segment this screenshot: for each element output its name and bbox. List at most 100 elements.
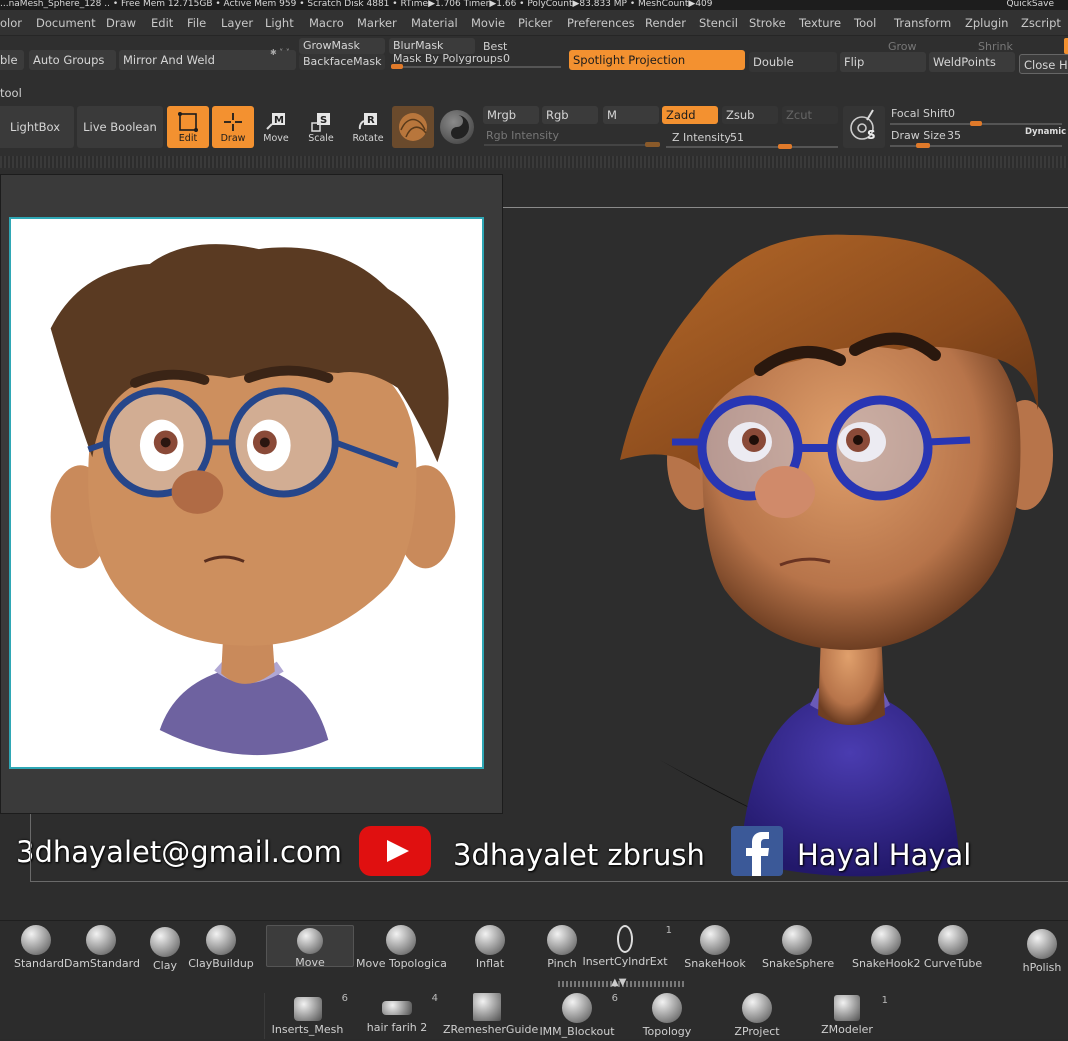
menu-texture[interactable]: Texture (793, 14, 847, 32)
rotate-mode-button[interactable]: R Rotate (347, 106, 389, 148)
brush-zproject[interactable]: ZProject (714, 993, 800, 1039)
brush-label: Move Topologica (356, 957, 446, 970)
brush-zremesherguide[interactable]: ZRemesherGuide (443, 993, 538, 1039)
shrink-button[interactable]: Shrink (978, 40, 1013, 53)
zsub-button[interactable]: Zsub (722, 106, 778, 124)
close-holes-button[interactable]: Close Ho (1019, 54, 1068, 74)
rgb-intensity-slider-fill[interactable] (645, 142, 660, 147)
brush-hair-farih-2[interactable]: hair farih 2 4 (354, 993, 440, 1039)
draw-mode-button[interactable]: Draw (212, 106, 254, 148)
dynamic-toggle[interactable]: Dynamic (1025, 127, 1066, 137)
material-swatch[interactable] (392, 106, 434, 148)
menu-zplugin[interactable]: Zplugin (959, 14, 1014, 32)
lazy-mouse-button[interactable]: S (843, 106, 885, 148)
menu-stencil[interactable]: Stencil (693, 14, 744, 32)
move-mode-button[interactable]: M Move (255, 106, 297, 148)
flip-button[interactable]: Flip (840, 52, 926, 72)
weld-points-button[interactable]: WeldPoints (929, 52, 1015, 72)
brush-zmodeler[interactable]: ZModeler 1 (804, 995, 890, 1041)
scale-label: Scale (308, 133, 334, 144)
rgb-intensity-slider[interactable] (484, 144, 660, 146)
z-intensity-slider-fill[interactable] (778, 144, 792, 149)
brush-topology[interactable]: Topology (624, 993, 710, 1039)
zadd-button[interactable]: Zadd (662, 106, 718, 124)
quicksave-button[interactable]: QuickSave (1006, 0, 1054, 9)
sculpt-viewport[interactable] (600, 210, 1068, 890)
menu-material[interactable]: Material (405, 14, 464, 32)
menu-document[interactable]: Document (30, 14, 102, 32)
shelf-expand-icon[interactable]: ▲▼ (611, 977, 626, 988)
backface-mask-button[interactable]: BackfaceMask (299, 54, 385, 70)
brush-inserts-mesh[interactable]: Inserts_Mesh 6 (264, 993, 350, 1039)
snakesphere-brush-icon (782, 925, 812, 955)
email-watermark: 3dhayalet@gmail.com (16, 835, 342, 869)
brush-move-topological[interactable]: Move Topologica (356, 925, 446, 970)
move-topological-brush-icon (386, 925, 416, 955)
brush-claybuildup[interactable]: ClayBuildup (188, 925, 254, 970)
menu-macro[interactable]: Macro (303, 14, 350, 32)
youtube-watermark: 3dhayalet zbrush (453, 838, 705, 872)
menu-preferences[interactable]: Preferences (561, 14, 641, 32)
menu-edit[interactable]: Edit (145, 14, 179, 32)
brush-snakehook2[interactable]: SnakeHook2 (852, 925, 921, 970)
menu-color[interactable]: olor (0, 14, 28, 32)
edit-mode-button[interactable]: Edit (167, 106, 209, 148)
menu-tool[interactable]: Tool (848, 14, 882, 32)
menu-render[interactable]: Render (639, 14, 692, 32)
brush-label: IMM_Blockout (539, 1025, 615, 1038)
focal-shift-slider-fill[interactable] (970, 121, 982, 126)
edit-label: Edit (178, 133, 198, 144)
brush-hpolish[interactable]: hPolish (1018, 929, 1066, 974)
viewport-frame-left (30, 814, 31, 882)
rgb-button[interactable]: Rgb (542, 106, 598, 124)
menu-transform[interactable]: Transform (888, 14, 957, 32)
zcut-button[interactable]: Zcut (782, 106, 838, 124)
brush-damstandard[interactable]: DamStandard (64, 925, 140, 970)
mask-by-polygroups-slider[interactable] (391, 66, 561, 68)
rgb-intensity-label: Rgb Intensity (486, 129, 559, 142)
brush-snakehook[interactable]: SnakeHook (684, 925, 746, 970)
lightbox-button[interactable]: LightBox (0, 106, 74, 148)
menu-file[interactable]: File (181, 14, 212, 32)
menu-picker[interactable]: Picker (512, 14, 558, 32)
menu-marker[interactable]: Marker (351, 14, 403, 32)
brush-inflat[interactable]: Inflat (470, 925, 510, 970)
snakehook-brush-icon (700, 925, 730, 955)
double-button[interactable]: Double (749, 52, 837, 72)
brush-standard[interactable]: Standard (14, 925, 64, 970)
brush-pinch[interactable]: Pinch (542, 925, 582, 970)
ble-button[interactable]: ble (0, 50, 24, 70)
z-intensity-slider[interactable] (666, 146, 838, 148)
menu-stroke[interactable]: Stroke (743, 14, 792, 32)
menu-layer[interactable]: Layer (215, 14, 259, 32)
brush-clay[interactable]: Clay (146, 927, 184, 972)
brush-count: 1 (881, 995, 888, 1006)
brush-count: 1 (665, 925, 672, 936)
brush-insertcylndrext[interactable]: InsertCylndrExt 1 (582, 925, 672, 968)
brush-label: Pinch (547, 957, 577, 970)
mask-by-polygroups-slider-fill[interactable] (391, 64, 403, 69)
brush-snakesphere[interactable]: SnakeSphere (762, 925, 835, 970)
live-boolean-button[interactable]: Live Boolean (77, 106, 163, 148)
mrgb-button[interactable]: Mrgb (483, 106, 539, 124)
menu-zscript[interactable]: Zscript (1015, 14, 1067, 32)
menu-movie[interactable]: Movie (465, 14, 511, 32)
focal-shift-value: 0 (948, 107, 955, 120)
menu-light[interactable]: Light (259, 14, 300, 32)
grow-mask-button[interactable]: GrowMask (299, 38, 385, 54)
brush-move[interactable]: Move (266, 925, 354, 969)
m-button[interactable]: M (603, 106, 659, 124)
menu-draw[interactable]: Draw (100, 14, 142, 32)
scale-mode-button[interactable]: S Scale (300, 106, 342, 148)
brush-label: ZProject (734, 1025, 780, 1038)
grow-button[interactable]: Grow (888, 40, 917, 53)
rotate-icon: R (358, 113, 377, 130)
draw-size-slider-fill[interactable] (916, 143, 930, 148)
auto-groups-button[interactable]: Auto Groups (29, 50, 116, 70)
brush-label: SnakeSphere (762, 957, 835, 970)
color-swatch[interactable] (440, 110, 474, 144)
mirror-options-icon[interactable]: ✱ ˅ ˅ (270, 48, 290, 57)
brush-curvetube[interactable]: CurveTube (922, 925, 984, 970)
brush-imm-blockout[interactable]: IMM_Blockout 6 (534, 993, 620, 1039)
spotlight-projection-button[interactable]: Spotlight Projection (569, 50, 745, 70)
